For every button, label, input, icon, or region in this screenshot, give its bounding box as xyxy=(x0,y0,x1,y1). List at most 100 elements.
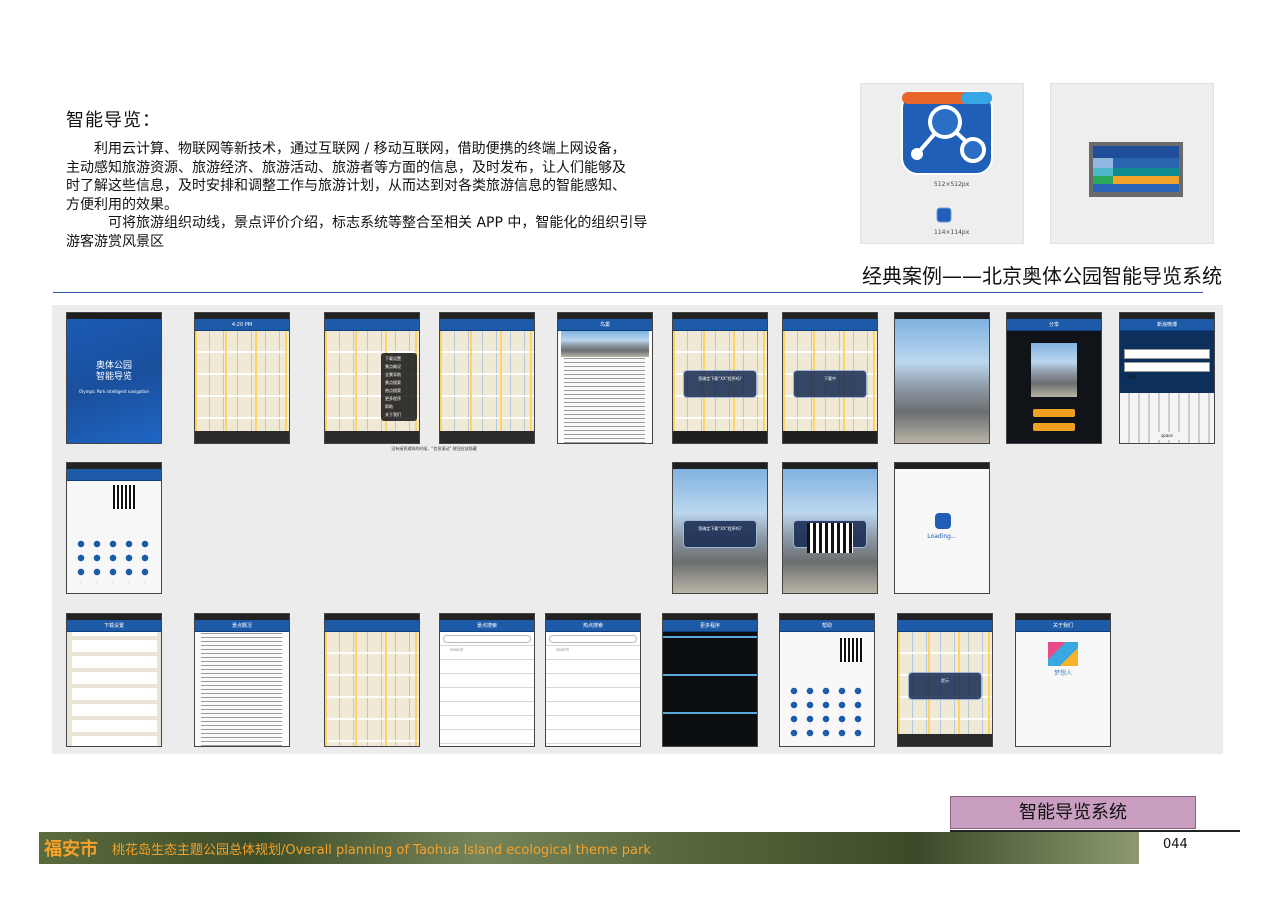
qr-code-icon xyxy=(807,523,853,553)
loading-icon xyxy=(935,513,951,529)
share-photo xyxy=(1031,343,1077,397)
screen-title: 下载设置 xyxy=(103,623,124,629)
prompt-dialog[interactable]: 提示 xyxy=(908,672,982,701)
side-menu[interactable]: 下载设置 景点概况 全景导航 景点搜索 热点搜索 更多程序 帮助 关于我们 xyxy=(381,353,417,421)
splash-title: 奥体公园 智能导览 Olympic Park intelligent navig… xyxy=(67,361,161,397)
menu-item[interactable]: 热点搜索 xyxy=(381,387,417,395)
overview-screen: 景点概况 xyxy=(194,613,290,747)
field-label: 密码 xyxy=(1127,374,1135,379)
dialog-message: 您确定下载“XX”程序吗? xyxy=(698,376,742,382)
qr-code-icon xyxy=(840,638,862,662)
loading-screen: Loading... xyxy=(894,462,990,594)
menu-item[interactable]: 帮助 xyxy=(381,403,417,411)
search-placeholder: search xyxy=(450,647,464,652)
icon-size-large-label: 512×512px xyxy=(934,181,970,188)
scenic-photo xyxy=(561,331,649,357)
menu-item[interactable]: 景点搜索 xyxy=(381,379,417,387)
navigation-map-screen xyxy=(324,613,420,747)
intro-line: 主动感知旅游资源、旅游经济、旅游活动、旅游者等方面的信息，及时发布，让人们能够及 xyxy=(66,159,626,176)
panorama-photo[interactable] xyxy=(895,319,989,443)
app-icon-panel: 512×512px 114×114px xyxy=(860,83,1024,244)
more-apps-screen: 更多程序 xyxy=(662,613,758,747)
download-confirm-screen: 您确定下载“XX”程序吗? xyxy=(672,312,768,444)
screen-title: 热点搜索 xyxy=(582,623,603,629)
map-view[interactable] xyxy=(440,331,534,431)
intro-line: 可将旅游组织动线，景点评价介绍，标志系统等整合至相关 APP 中，智能化的组织引… xyxy=(108,215,648,231)
password-field[interactable]: 密码 xyxy=(1124,362,1210,379)
splash-title-line: 智能导览 xyxy=(95,372,132,382)
screen-title: 帮助 xyxy=(821,623,832,629)
menu-item[interactable]: 更多程序 xyxy=(381,395,417,403)
dialog-message: 下载中 xyxy=(824,376,836,382)
screen-title: 更多程序 xyxy=(699,623,720,629)
screen-title: 分享 xyxy=(1048,322,1059,328)
screen-title: 鸟巢 xyxy=(599,322,610,328)
splash-title-line: 奥体公园 xyxy=(95,361,132,371)
username-field[interactable]: 用户名 xyxy=(1124,349,1210,366)
splash-screen: 奥体公园 智能导览 Olympic Park intelligent navig… xyxy=(66,312,162,444)
search-input[interactable]: search xyxy=(549,635,637,652)
about-screen: 关于我们 梦想人 xyxy=(1015,613,1111,747)
cancel-share-button[interactable] xyxy=(1033,423,1075,431)
screen-title: 关于我们 xyxy=(1052,623,1073,629)
map-view[interactable] xyxy=(195,331,289,431)
search-input[interactable]: search xyxy=(443,635,531,652)
map-menu-screen: 下载设置 景点概况 全景导航 景点搜索 热点搜索 更多程序 帮助 关于我们 xyxy=(324,312,420,444)
intro-line: 游客游赏风景区 xyxy=(66,233,164,250)
tab-bar[interactable] xyxy=(325,431,419,443)
dialog-message: 您确定下载“XX”程序吗? xyxy=(698,526,742,532)
download-dialog[interactable]: 您确定下载“XX”程序吗? xyxy=(683,370,757,399)
brand-name: 梦想人 xyxy=(1053,670,1072,677)
legend-icons xyxy=(73,537,155,583)
loading-background xyxy=(895,469,989,593)
screen-title: 景点概况 xyxy=(231,623,252,629)
menu-item[interactable]: 下载设置 xyxy=(381,355,417,363)
screen-title: 新浪微博 xyxy=(1156,322,1177,328)
footer-plan-title: 桃花岛生态主题公园总体规划/Overall planning of Taohua… xyxy=(112,843,651,858)
intro-line: 方便利用的效果。 xyxy=(66,196,178,213)
download-progress-screen: 下载中 xyxy=(782,312,878,444)
map-caption: 没有接到通知的时候，“信息滚动” 按钮应该隐藏 xyxy=(391,446,477,451)
case-title: 经典案例——北京奥体公园智能导览系统 xyxy=(862,264,1222,288)
panorama-screen xyxy=(894,312,990,444)
help-legend-screen: 帮助 xyxy=(779,613,875,747)
page-number: 044 xyxy=(1163,837,1188,852)
dialog-title: 提示 xyxy=(941,678,949,684)
menu-item[interactable]: 全景导航 xyxy=(381,371,417,379)
splash-subtitle: Olympic Park intelligent navigation xyxy=(78,389,150,394)
spot-search-screen: 景点搜索 search xyxy=(439,613,535,747)
app-icon-large xyxy=(901,91,993,223)
weibo-login-screen: 新浪微博 用户名 密码 space xyxy=(1119,312,1215,444)
intro-line: 利用云计算、物联网等新技术，通过互联网 / 移动互联网，借助便携的终端上网设备， xyxy=(94,141,626,157)
icon-size-small-label: 114×114px xyxy=(934,229,970,236)
settings-list[interactable] xyxy=(67,632,161,746)
app-mockup-board: 奥体公园 智能导览 Olympic Park intelligent navig… xyxy=(52,305,1223,754)
section-divider xyxy=(53,292,1203,293)
brand-logo xyxy=(1048,642,1078,666)
tab-bar[interactable] xyxy=(898,734,992,746)
prompt-map-screen: 提示 xyxy=(897,613,993,747)
section-tag: 智能导览系统 xyxy=(950,796,1196,829)
footer-city: 福安市 xyxy=(44,839,98,860)
overview-text xyxy=(195,632,289,746)
page-heading: 智能导览： xyxy=(66,110,161,131)
qr-code-icon xyxy=(113,485,135,509)
space-key[interactable]: space xyxy=(1150,432,1184,440)
map-info-screen xyxy=(439,312,535,444)
legend-icons xyxy=(786,684,868,738)
share-button[interactable] xyxy=(1033,409,1075,417)
loading-text: Loading... xyxy=(927,533,957,540)
menu-item[interactable]: 景点概况 xyxy=(381,363,417,371)
tab-bar[interactable] xyxy=(195,431,289,443)
shelf-background xyxy=(663,632,757,746)
screen-title: 景点搜索 xyxy=(476,623,497,629)
scenic-detail-screen: 鸟巢 xyxy=(557,312,653,444)
map-view[interactable] xyxy=(325,632,419,746)
intro-paragraph: 利用云计算、物联网等新技术，通过互联网 / 移动互联网，借助便携的终端上网设备，… xyxy=(66,140,706,251)
tab-bar[interactable] xyxy=(440,431,534,443)
help-screen xyxy=(66,462,162,594)
search-placeholder: search xyxy=(556,647,570,652)
status-time: 4:20 PM xyxy=(231,322,253,328)
menu-item[interactable]: 关于我们 xyxy=(381,411,417,419)
download-dialog[interactable]: 您确定下载“XX”程序吗? xyxy=(683,520,757,549)
